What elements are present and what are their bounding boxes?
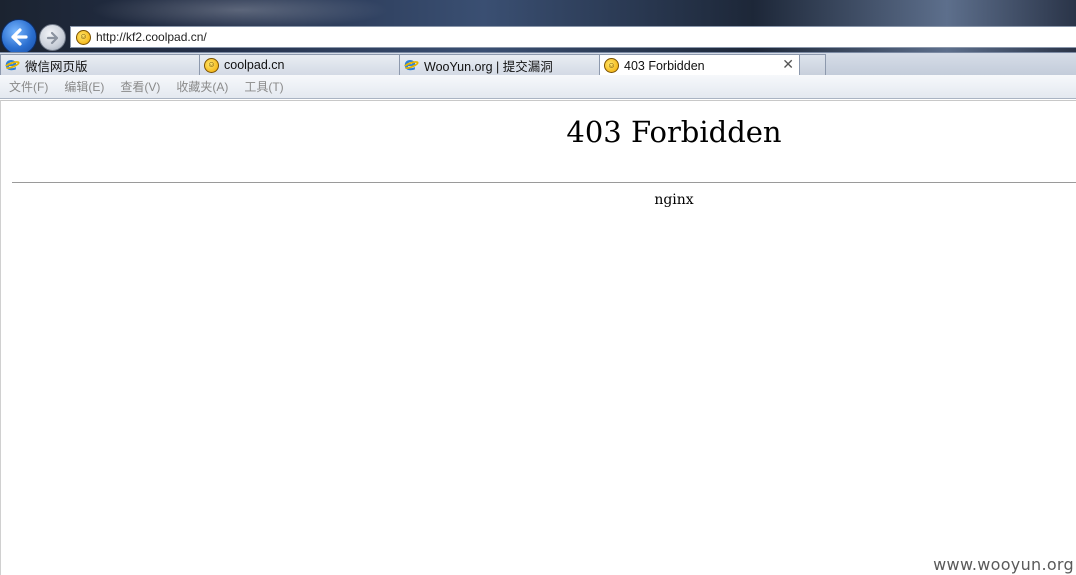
tab-coolpad[interactable]: ☺ coolpad.cn bbox=[199, 54, 400, 75]
menu-favorites[interactable]: 收藏夹(A) bbox=[176, 78, 228, 95]
close-icon[interactable]: ✕ bbox=[782, 56, 794, 73]
address-url[interactable]: http://kf2.coolpad.cn/ bbox=[96, 30, 207, 44]
menu-bar: 文件(F) 编辑(E) 查看(V) 收藏夹(A) 工具(T) bbox=[0, 75, 1076, 99]
browser-titlebar: ☺ http://kf2.coolpad.cn/ bbox=[0, 0, 1076, 52]
address-bar[interactable]: ☺ http://kf2.coolpad.cn/ bbox=[70, 26, 1076, 48]
tab-strip: 微信网页版 ☺ coolpad.cn WooYun.org | 提交漏洞 ☺ 4… bbox=[0, 52, 1076, 76]
arrow-left-icon bbox=[11, 28, 28, 46]
ie-icon bbox=[404, 55, 419, 75]
tab-weixin[interactable]: 微信网页版 bbox=[0, 54, 200, 75]
menu-tools[interactable]: 工具(T) bbox=[244, 78, 283, 95]
tab-label: coolpad.cn bbox=[224, 58, 285, 72]
tab-label: WooYun.org | 提交漏洞 bbox=[424, 59, 553, 74]
divider bbox=[12, 182, 1076, 183]
menu-file[interactable]: 文件(F) bbox=[9, 78, 48, 95]
tab-403-forbidden[interactable]: ☺ 403 Forbidden ✕ bbox=[599, 54, 800, 76]
watermark: www.wooyun.org bbox=[933, 555, 1074, 574]
back-button[interactable] bbox=[1, 19, 37, 52]
tab-label: 403 Forbidden bbox=[624, 58, 705, 73]
tab-label: 微信网页版 bbox=[25, 59, 88, 74]
server-name: nginx bbox=[654, 192, 694, 208]
ie-icon bbox=[5, 55, 20, 75]
arrow-right-icon bbox=[46, 31, 58, 44]
menu-edit[interactable]: 编辑(E) bbox=[64, 78, 104, 95]
smiley-favicon-icon: ☺ bbox=[604, 58, 619, 73]
forward-button[interactable] bbox=[39, 24, 66, 51]
page-content: 403 Forbidden nginx bbox=[0, 100, 1076, 575]
smiley-favicon-icon: ☺ bbox=[76, 29, 91, 45]
menu-view[interactable]: 查看(V) bbox=[120, 78, 160, 95]
smiley-favicon-icon: ☺ bbox=[204, 57, 219, 73]
tab-wooyun[interactable]: WooYun.org | 提交漏洞 bbox=[399, 54, 600, 75]
page-title: 403 Forbidden bbox=[566, 115, 782, 149]
new-tab-button[interactable] bbox=[799, 54, 826, 75]
